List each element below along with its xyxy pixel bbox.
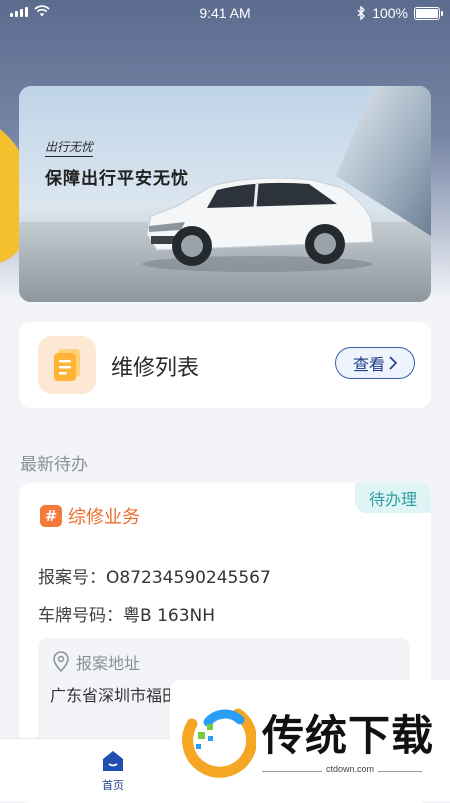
business-type: # 综修业务 xyxy=(40,503,140,529)
status-bar: 9:41 AM 100% xyxy=(0,0,450,28)
car-image xyxy=(142,177,374,272)
hash-icon: # xyxy=(40,505,62,527)
plate-number-row: 车牌号码：粤B 163NH xyxy=(38,601,215,626)
watermark-domain: ctdown.com xyxy=(322,764,379,774)
bluetooth-icon xyxy=(357,6,366,20)
section-title: 最新待办 xyxy=(20,455,88,475)
plate-number-value: 粤B 163NH xyxy=(123,606,216,626)
location-pin-icon xyxy=(53,651,69,673)
document-icon xyxy=(38,336,96,394)
chevron-right-icon xyxy=(389,356,397,370)
view-button-label: 查看 xyxy=(352,355,385,374)
case-number-label: 报案号： xyxy=(38,568,106,588)
watermark-logo xyxy=(182,708,256,778)
case-number-value: O87234590245567 xyxy=(106,568,271,588)
address-label: 报案地址 xyxy=(76,654,141,673)
battery-percent: 100% xyxy=(372,5,408,21)
repair-list-card: 维修列表 查看 xyxy=(19,322,431,408)
watermark-text: 传统下载 xyxy=(262,711,435,760)
battery-fill xyxy=(416,8,438,18)
promo-banner[interactable]: 出行无忧 保障出行平安无忧 xyxy=(19,86,431,302)
repair-list-title: 维修列表 xyxy=(111,356,200,381)
banner-slogan-small: 出行无忧 xyxy=(45,138,94,157)
tab-home-label: 首页 xyxy=(102,779,124,792)
battery-icon xyxy=(414,6,443,20)
tab-home[interactable]: 首页 xyxy=(90,749,136,793)
case-number-row: 报案号：O87234590245567 xyxy=(38,563,271,588)
status-badge: 待办理 xyxy=(355,483,431,513)
plate-number-label: 车牌号码： xyxy=(38,606,123,626)
watermark: 传统下载 ctdown.com xyxy=(170,680,450,800)
business-type-label: 综修业务 xyxy=(68,507,140,528)
home-icon xyxy=(103,751,123,771)
view-button[interactable]: 查看 xyxy=(335,347,415,379)
